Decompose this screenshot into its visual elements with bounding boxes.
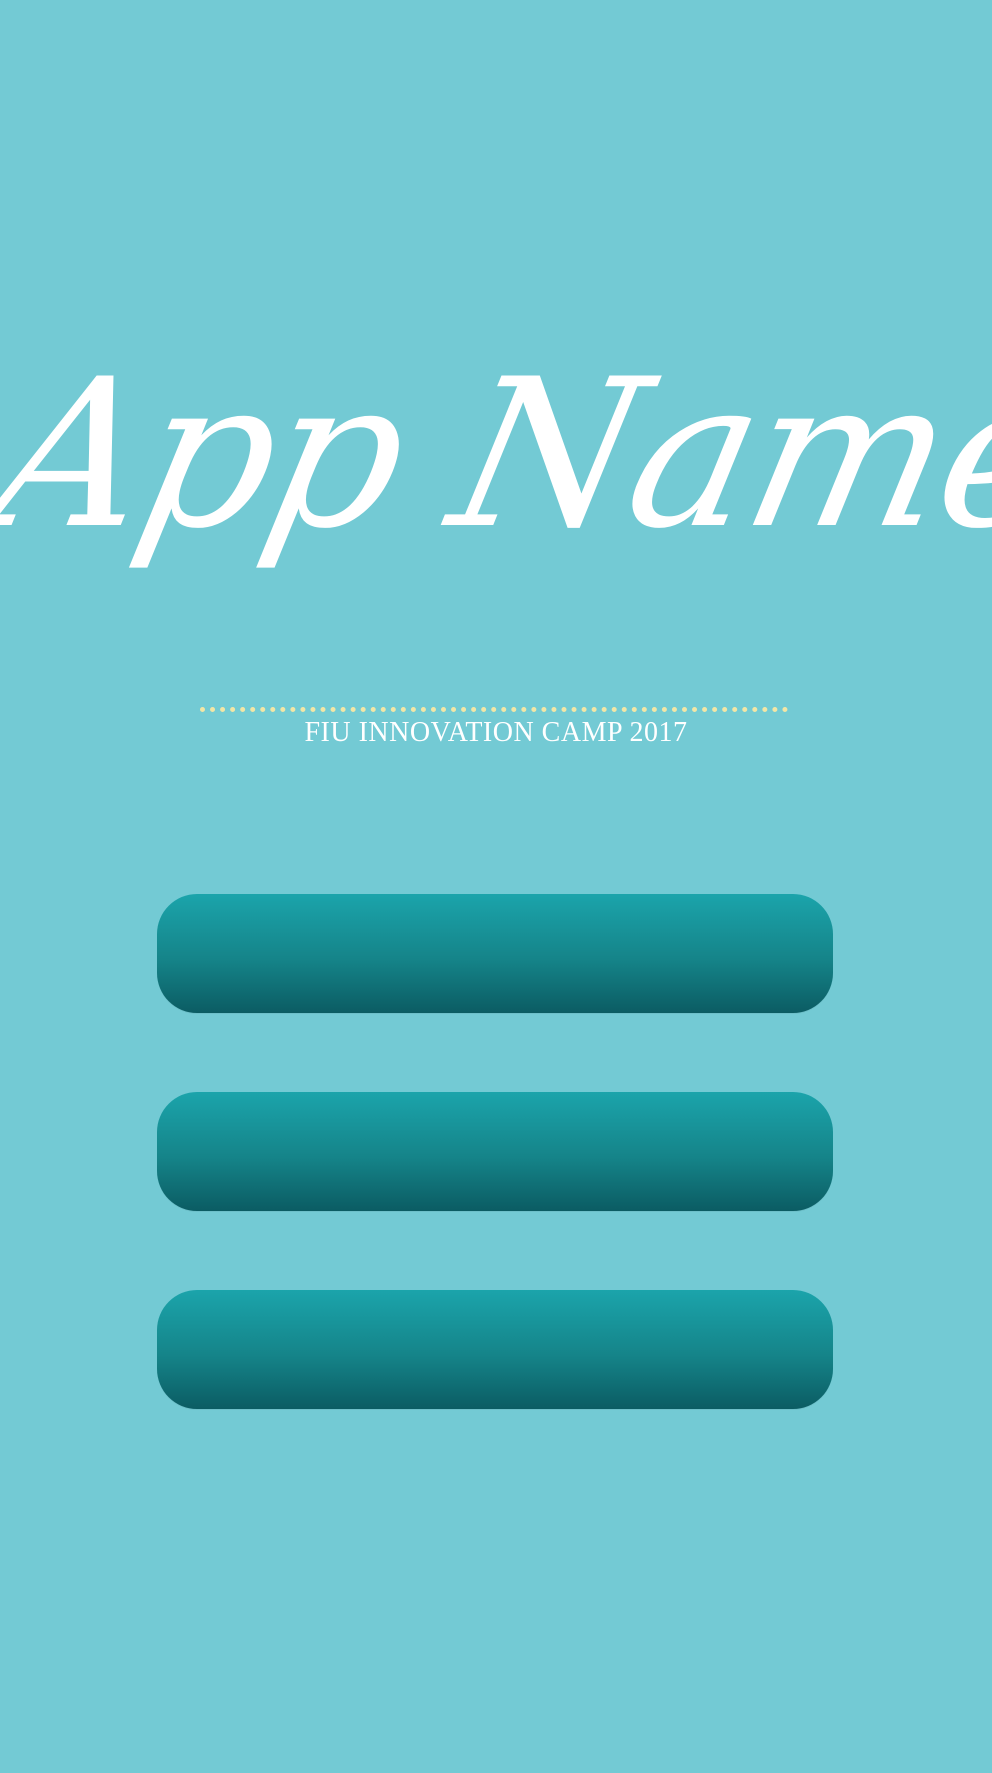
app-title: App Name <box>0 336 992 574</box>
menu-button-2[interactable] <box>157 1092 833 1211</box>
menu-button-3[interactable] <box>157 1290 833 1409</box>
dotted-divider <box>200 707 788 712</box>
menu-button-1[interactable] <box>157 894 833 1013</box>
app-subtitle: FIU INNOVATION CAMP 2017 <box>304 717 688 748</box>
splash-screen: App Name FIU INNOVATION CAMP 2017 <box>0 0 992 1773</box>
